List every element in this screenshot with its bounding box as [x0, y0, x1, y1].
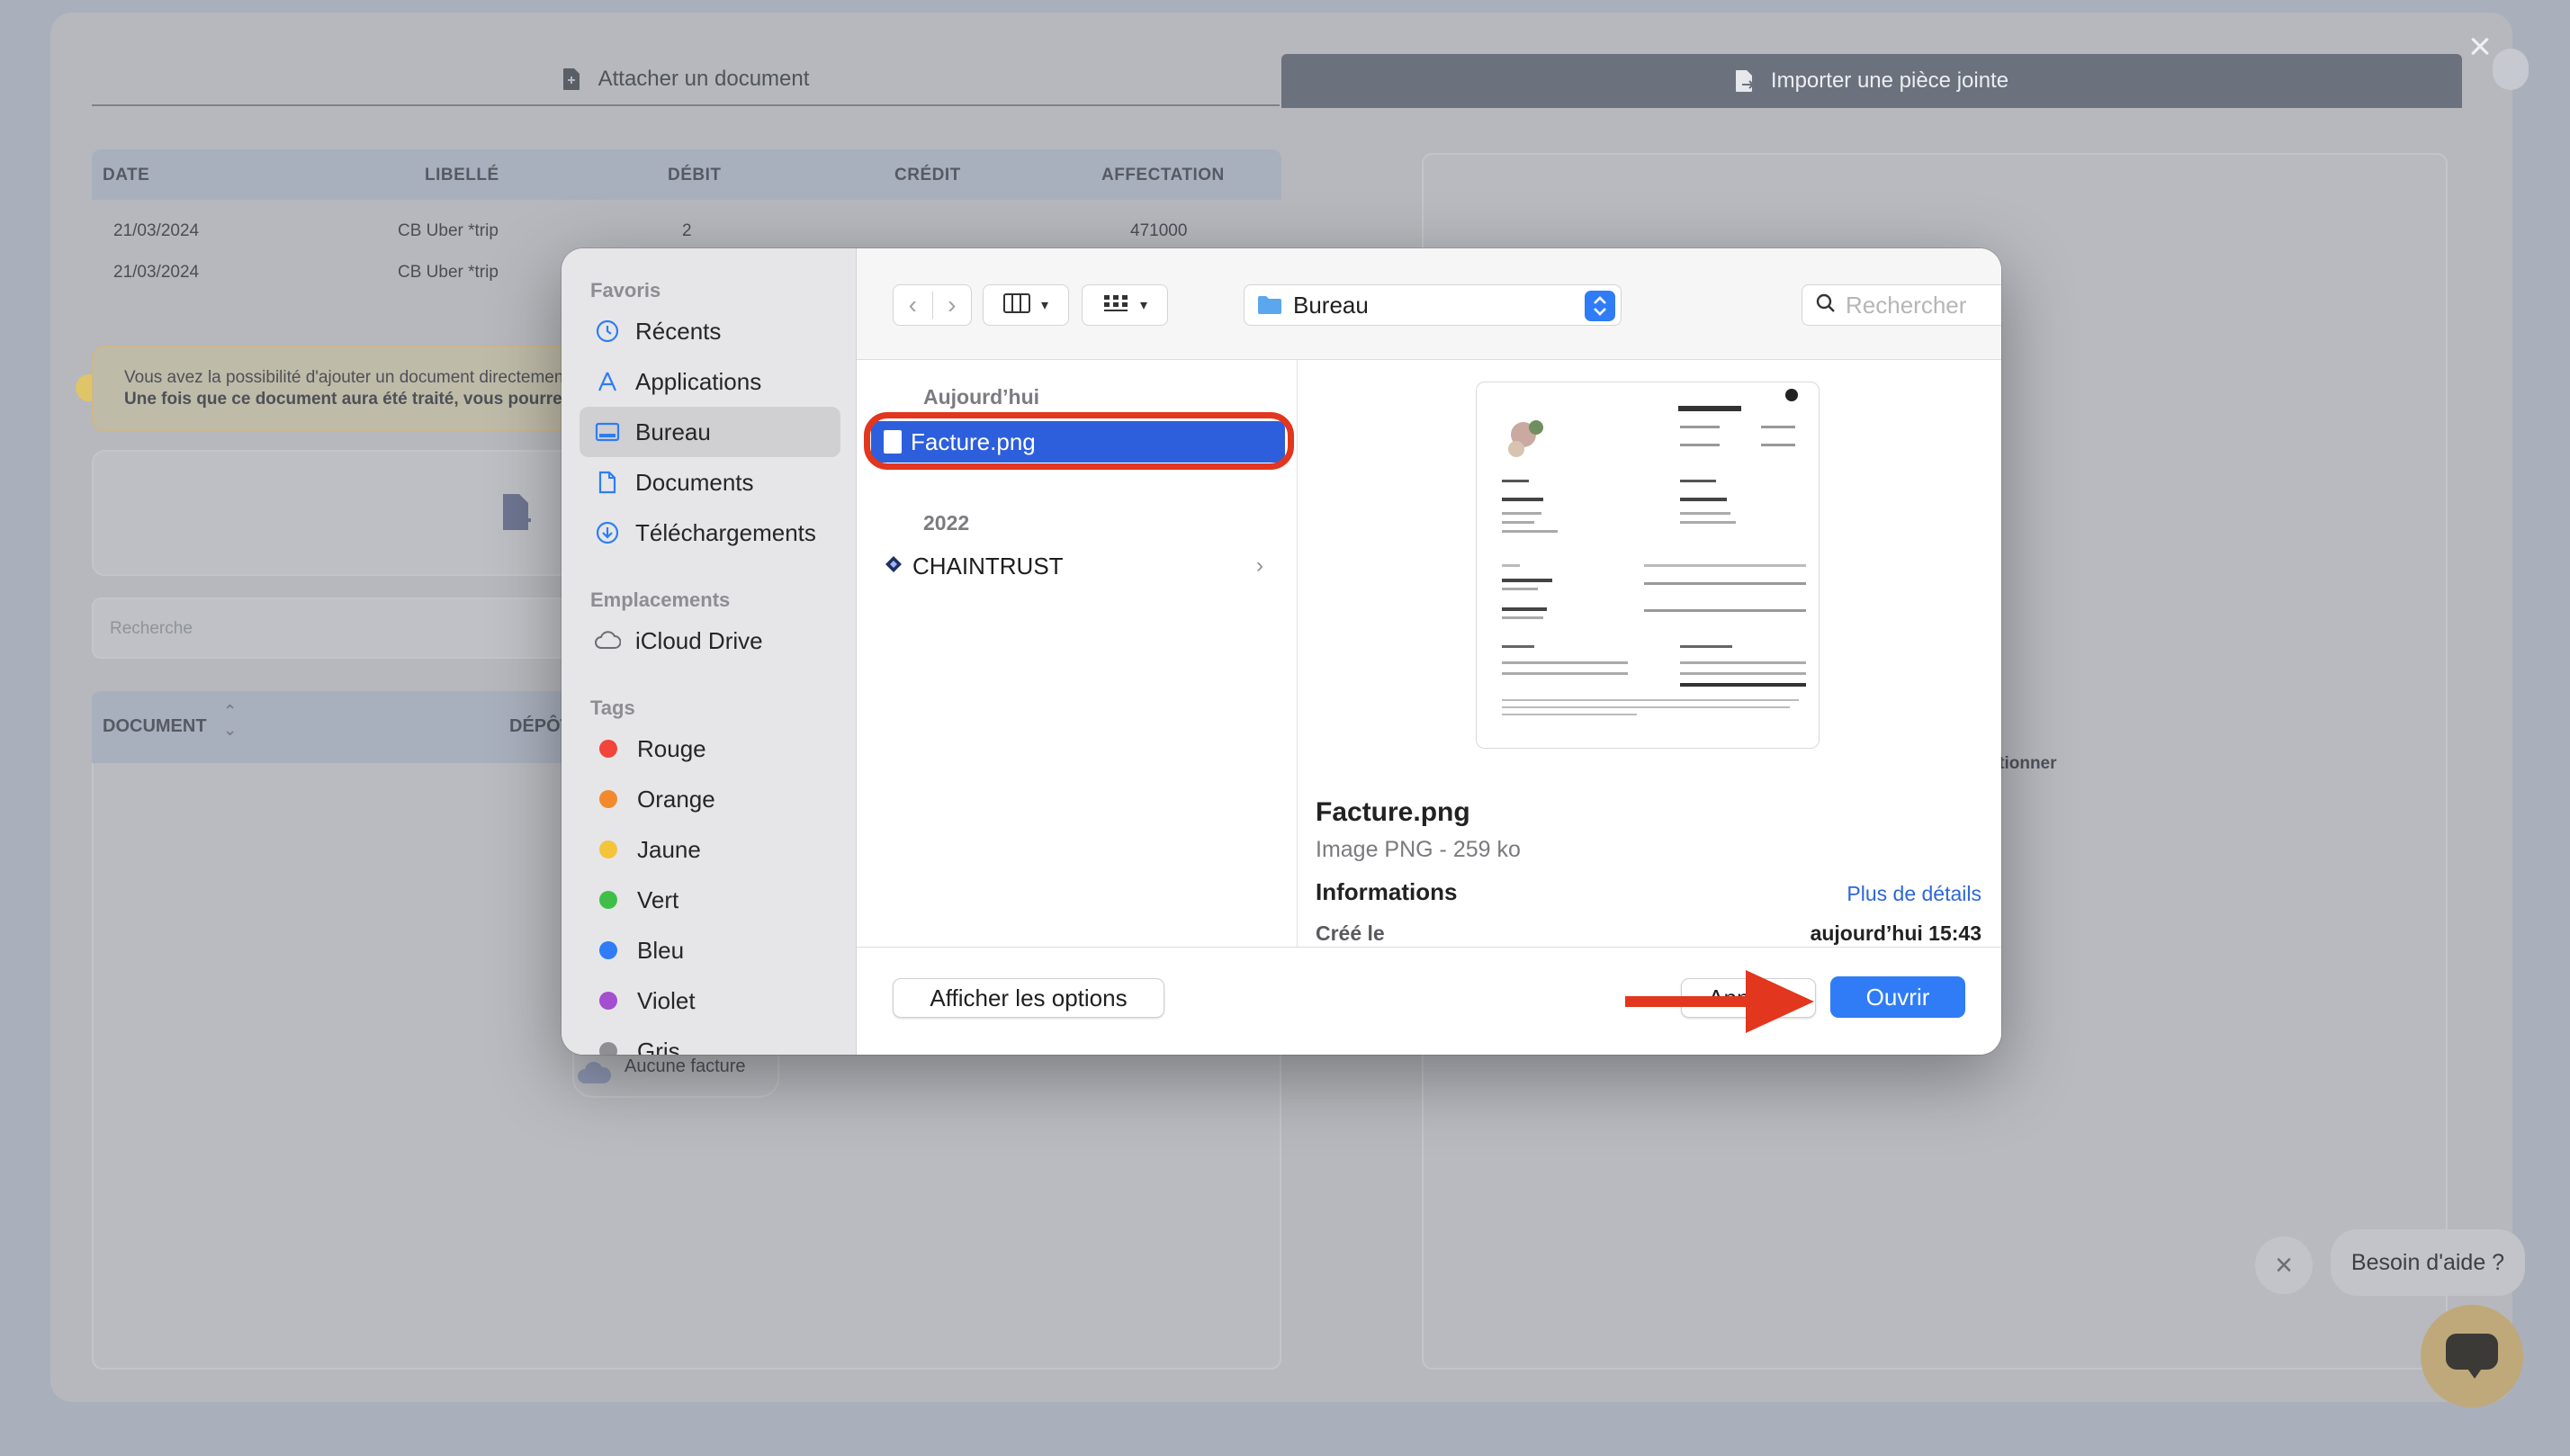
applications-icon — [594, 368, 621, 395]
file-icon — [562, 67, 580, 91]
sidebar-section-locations: Emplacements — [590, 589, 731, 611]
file-item-chaintrust[interactable]: CHAINTRUST › — [871, 545, 1285, 587]
app-diamond-icon — [884, 554, 903, 579]
table-row[interactable]: 21/03/2024 CB Uber *trip 2 471000 — [92, 211, 1281, 252]
help-bubble[interactable]: Besoin d'aide ? — [2331, 1229, 2525, 1296]
group-header-today: Aujourd’hui — [923, 385, 1040, 409]
file-import-icon — [1735, 69, 1755, 93]
chevron-down-icon: ▾ — [1139, 298, 1148, 313]
preview-info-title: Informations — [1316, 878, 1458, 905]
tag-dot-icon — [599, 891, 617, 909]
col-libelle: LIBELLÉ — [425, 166, 499, 184]
file-open-dialog: Favoris Récents Applications Bureau Docu… — [562, 248, 2001, 1055]
table-header: DATE LIBELLÉ DÉBIT CRÉDIT AFFECTATION — [92, 149, 1281, 200]
columns-view-icon — [1002, 292, 1030, 318]
annotation-arrow-icon — [1620, 965, 1818, 1037]
grid-icon — [1102, 293, 1129, 318]
chat-icon — [2446, 1334, 2498, 1370]
file-list: Aujourd’hui Facture.png 2022 CHAINTRUST … — [857, 360, 1298, 947]
desktop-icon — [594, 418, 621, 445]
tag-dot-icon — [599, 840, 617, 858]
show-options-button[interactable]: Afficher les options — [893, 978, 1164, 1018]
chevron-down-icon: ▾ — [1040, 298, 1049, 313]
tab-label: Attacher un document — [598, 67, 810, 91]
dialog-sidebar: Favoris Récents Applications Bureau Docu… — [562, 248, 857, 1055]
cloud-icon — [594, 627, 621, 654]
dialog-search — [1802, 284, 2001, 326]
sidebar-item-applications[interactable]: Applications — [580, 356, 840, 407]
tab-attach-document[interactable]: Attacher un document — [92, 54, 1280, 106]
tab-bar: Attacher un document Importer une pièce … — [92, 54, 2467, 108]
sidebar-tag-violet[interactable]: Violet — [580, 975, 840, 1026]
tag-dot-icon — [599, 790, 617, 808]
stepper-icon — [1585, 291, 1615, 321]
annotation-highlight — [864, 412, 1294, 470]
preview-file-kind: Image PNG - 259 ko — [1316, 837, 1521, 862]
corner-avatar — [2493, 49, 2529, 90]
tag-dot-icon — [599, 740, 617, 758]
close-icon[interactable]: × — [2464, 27, 2496, 67]
col-affectation: AFFECTATION — [1101, 166, 1225, 184]
chat-launcher-button[interactable] — [2421, 1305, 2523, 1407]
sidebar-item-bureau[interactable]: Bureau — [580, 407, 840, 457]
sidebar-item-documents[interactable]: Documents — [580, 457, 840, 508]
download-icon — [594, 519, 621, 546]
folder-icon — [1257, 295, 1282, 315]
sidebar-tag-bleu[interactable]: Bleu — [580, 925, 840, 975]
sidebar-item-downloads[interactable]: Téléchargements — [580, 508, 840, 558]
location-popup[interactable]: Bureau — [1244, 284, 1622, 326]
search-icon — [1815, 292, 1837, 319]
sidebar-tag-gris[interactable]: Gris — [580, 1026, 840, 1055]
tab-import-attachment[interactable]: Importer une pièce jointe — [1281, 54, 2462, 108]
group-by-button[interactable]: ▾ — [1082, 284, 1168, 326]
invoice-thumbnail — [1476, 382, 1820, 749]
more-details-link[interactable]: Plus de détails — [1847, 882, 1981, 906]
col-date: DATE — [103, 166, 150, 184]
sidebar-section-tags: Tags — [590, 697, 635, 719]
tag-dot-icon — [599, 941, 617, 959]
search-input[interactable] — [1846, 291, 2001, 319]
sidebar-item-recents[interactable]: Récents — [580, 306, 840, 356]
sidebar-tag-vert[interactable]: Vert — [580, 875, 840, 925]
tag-dot-icon — [599, 1042, 617, 1055]
forward-icon[interactable]: › — [932, 291, 971, 319]
sidebar-item-icloud-drive[interactable]: iCloud Drive — [580, 616, 840, 666]
file-add-icon — [500, 493, 533, 533]
sidebar-tag-jaune[interactable]: Jaune — [580, 824, 840, 875]
sort-icon[interactable]: ⌃ ⌄ — [223, 702, 237, 740]
chevron-right-icon: › — [1256, 553, 1263, 578]
cloud-icon — [576, 1061, 612, 1085]
dialog-footer: Afficher les options Annuler Ouvrir — [857, 947, 2001, 1055]
no-invoice-label: Aucune facture — [625, 1056, 746, 1076]
back-icon[interactable]: ‹ — [894, 291, 932, 319]
documents-header: DOCUMENT ⌃ ⌄ DÉPÔT — [92, 691, 578, 763]
sidebar-section-favorites: Favoris — [590, 279, 661, 301]
info-box: Vous avez la possibilité d'ajouter un do… — [92, 346, 578, 432]
open-button[interactable]: Ouvrir — [1830, 976, 1965, 1018]
col-document: DOCUMENT — [103, 716, 207, 736]
sidebar-tag-orange[interactable]: Orange — [580, 774, 840, 824]
view-mode-button[interactable]: ▾ — [983, 284, 1069, 326]
clock-icon — [594, 318, 621, 345]
help-close-icon[interactable]: × — [2255, 1236, 2313, 1294]
col-debit: DÉBIT — [668, 166, 722, 184]
tag-dot-icon — [599, 992, 617, 1010]
dialog-toolbar: ‹ › ▾ ▾ Bureau — [857, 248, 2001, 360]
created-value: aujourd’hui 15:43 — [1810, 921, 1981, 945]
preview-file-name: Facture.png — [1316, 797, 1470, 827]
search-input[interactable]: Recherche — [92, 598, 578, 659]
tab-label: Importer une pièce jointe — [1770, 68, 2009, 93]
group-header-2022: 2022 — [923, 511, 970, 535]
sidebar-tag-rouge[interactable]: Rouge — [580, 724, 840, 774]
nav-buttons: ‹ › — [893, 284, 972, 326]
col-credit: CRÉDIT — [894, 166, 961, 184]
preview-pane: Facture.png Image PNG - 259 ko Informati… — [1298, 360, 2001, 947]
document-icon — [594, 469, 621, 496]
created-label: Créé le — [1316, 921, 1385, 945]
